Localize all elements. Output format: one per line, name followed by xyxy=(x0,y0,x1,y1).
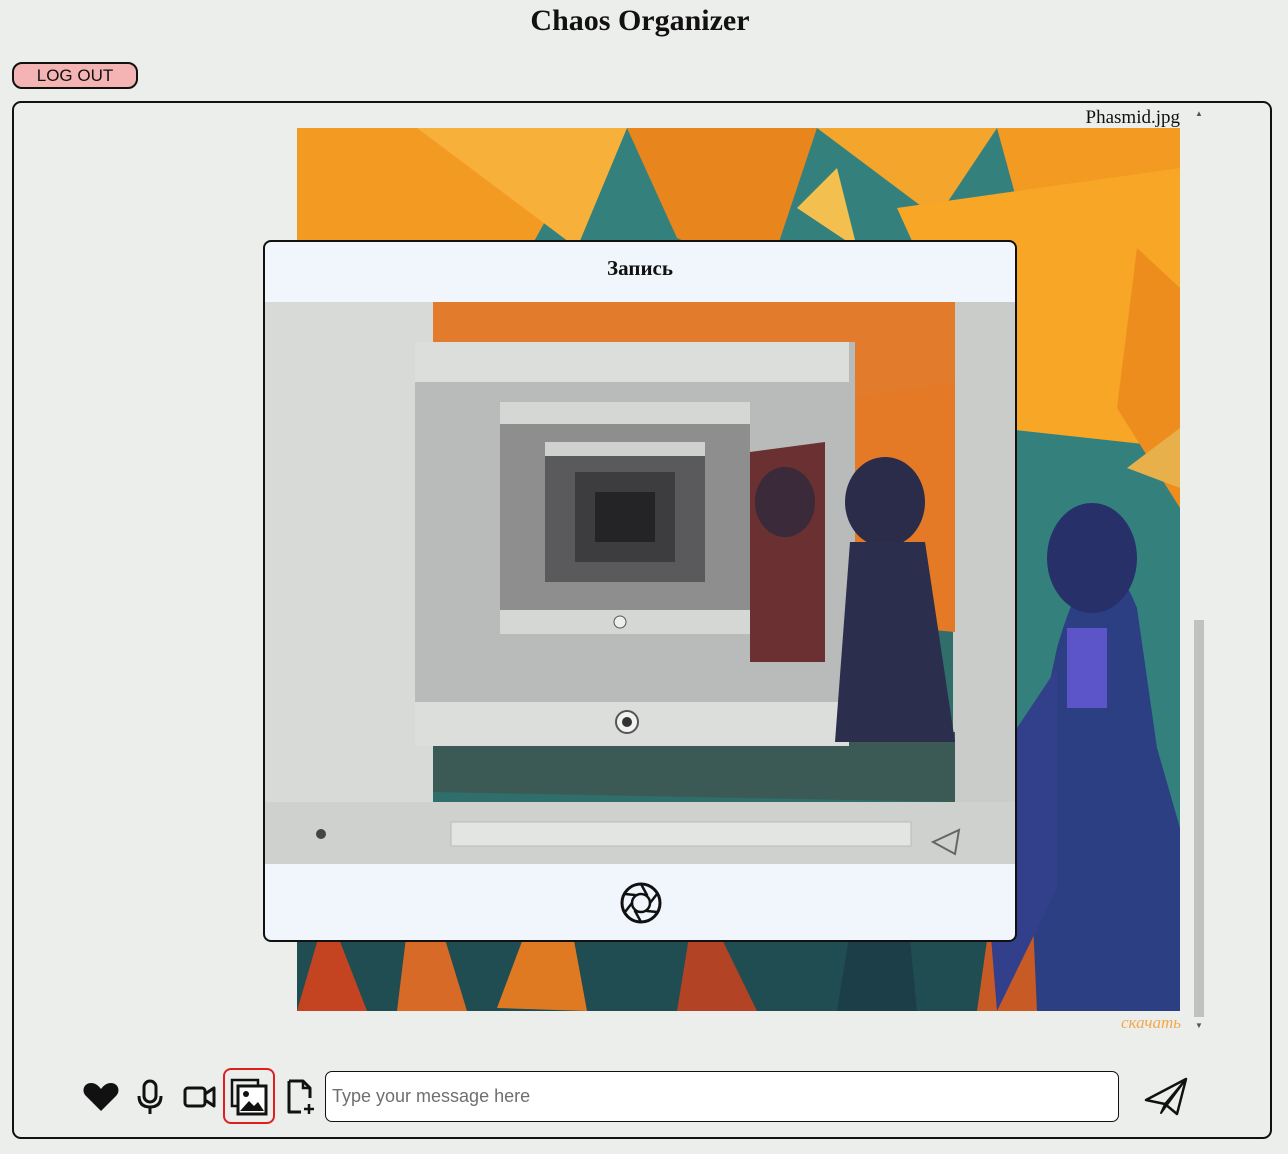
camera-feed-image xyxy=(265,302,1015,864)
heart-icon[interactable] xyxy=(80,1076,122,1118)
recording-modal: Запись xyxy=(263,240,1017,942)
camera-shutter-icon[interactable] xyxy=(619,881,663,925)
send-icon[interactable] xyxy=(1143,1074,1189,1120)
scroll-up-arrow-icon[interactable]: ▲ xyxy=(1192,107,1206,121)
modal-title: Запись xyxy=(607,256,673,280)
camera-preview xyxy=(265,302,1015,864)
image-upload-icon[interactable] xyxy=(228,1076,270,1118)
microphone-icon[interactable] xyxy=(129,1076,171,1118)
video-camera-icon[interactable] xyxy=(178,1076,220,1118)
app-title: Chaos Organizer xyxy=(530,4,750,37)
scroll-thumb[interactable] xyxy=(1194,620,1204,1017)
feed-scrollbar[interactable]: ▲ ▼ xyxy=(1192,107,1206,1033)
message-input[interactable] xyxy=(325,1071,1119,1122)
download-link[interactable]: скачать xyxy=(1121,1013,1181,1033)
attachment-filename: Phasmid.jpg xyxy=(1085,107,1180,128)
logout-button[interactable]: LOG OUT xyxy=(12,62,138,89)
file-add-icon[interactable] xyxy=(279,1076,321,1118)
scroll-down-arrow-icon[interactable]: ▼ xyxy=(1192,1019,1206,1033)
